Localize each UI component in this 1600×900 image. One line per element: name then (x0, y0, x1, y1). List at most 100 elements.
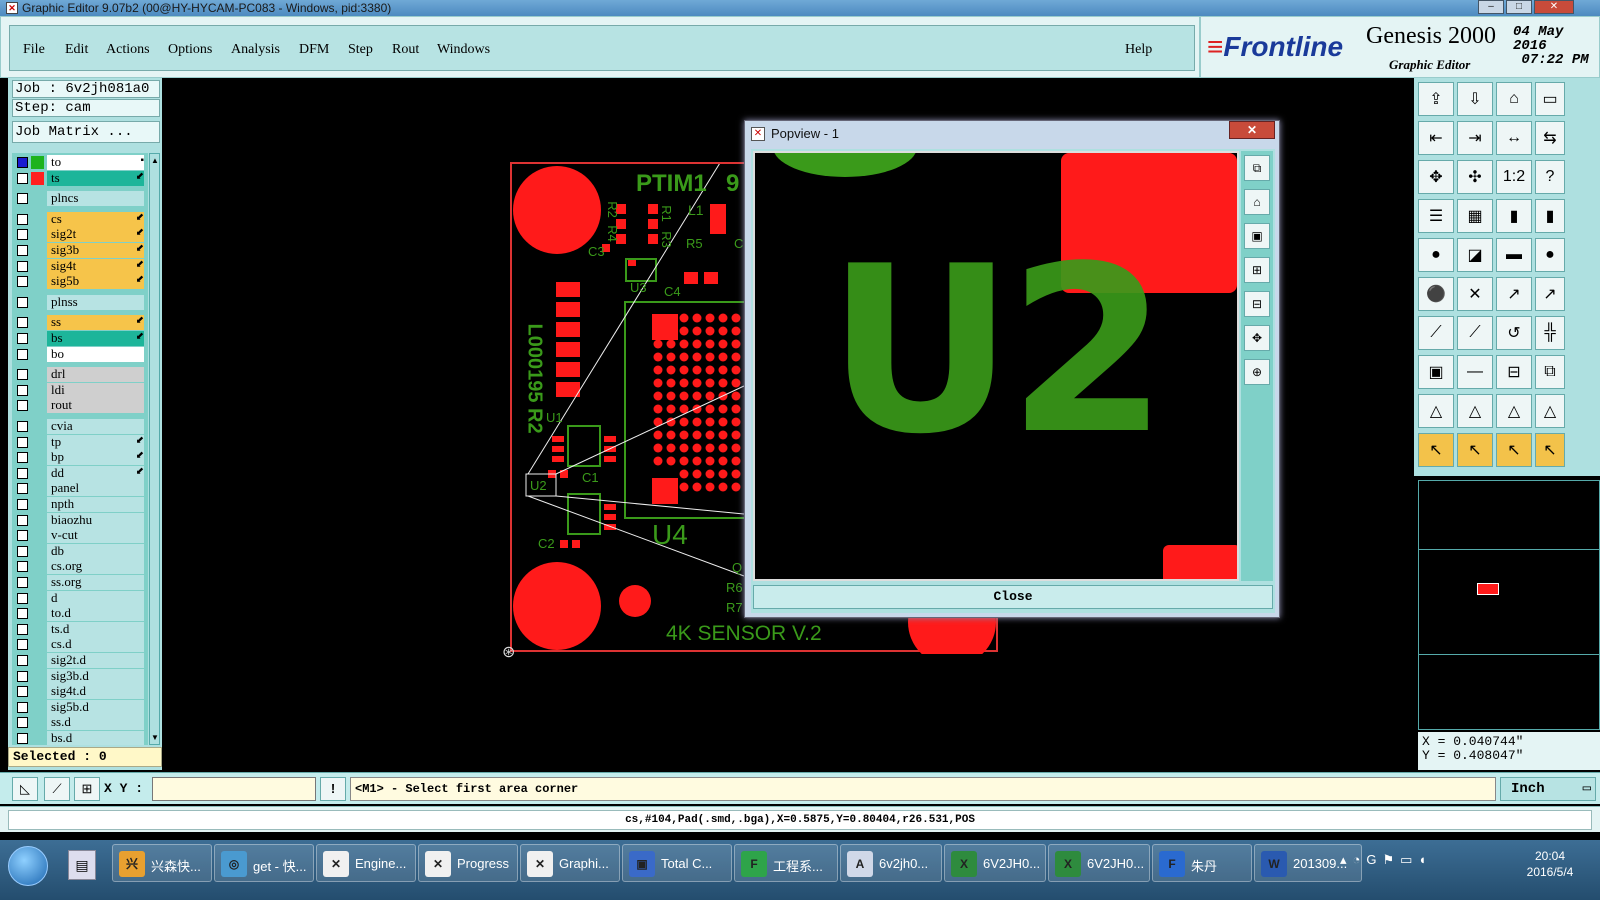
layer-checkbox[interactable] (17, 545, 28, 557)
select-tool-1-icon[interactable]: ↖ (1418, 433, 1454, 467)
popview-zoom-out-icon[interactable]: ⊟ (1244, 291, 1270, 317)
layer-name[interactable]: npth (47, 497, 144, 512)
popview-close-icon[interactable]: ✕ (1229, 121, 1275, 139)
layer-checkbox[interactable] (17, 421, 28, 432)
layer-row[interactable]: sig5b.d (12, 699, 148, 715)
line-tool-2-icon[interactable]: ⟋ (1457, 316, 1493, 350)
snap-mode-icon[interactable]: ◺ (12, 777, 38, 801)
layer-row[interactable]: npth (12, 497, 148, 512)
pan-tool-4-icon[interactable]: ▭ (1535, 82, 1565, 116)
layer-checkbox[interactable] (17, 686, 28, 698)
layer-name[interactable]: bo (47, 346, 144, 362)
layer-name[interactable]: bs.d (47, 731, 144, 745)
overview-minimap[interactable] (1418, 480, 1600, 730)
start-button[interactable] (8, 846, 48, 886)
layer-checkbox[interactable] (17, 245, 28, 256)
layer-checkbox[interactable] (17, 483, 28, 495)
layer-row[interactable]: sig3b.d (12, 668, 148, 684)
layer-row[interactable]: to.d (12, 606, 148, 622)
popview-expand-icon[interactable]: ✥ (1244, 325, 1270, 351)
taskbar-item[interactable]: ▣ Total C... (622, 844, 732, 882)
layer-checkbox[interactable] (17, 530, 28, 542)
layer-row[interactable]: ss ⬋ (12, 315, 148, 331)
view-tool-4-icon[interactable]: ? (1535, 160, 1565, 194)
layer-row[interactable]: plncs (12, 191, 148, 207)
layer-row[interactable]: plnss (12, 294, 148, 310)
measure-icon[interactable]: ⟋ (44, 777, 70, 801)
layer-name[interactable]: dd (47, 465, 144, 481)
zoom-tool-4-icon[interactable]: ⇆ (1535, 121, 1565, 155)
layer-checkbox[interactable] (17, 317, 28, 329)
layer-name[interactable]: ss.d (47, 715, 144, 731)
layer-name[interactable]: d (47, 590, 144, 606)
layer-name[interactable]: biaozhu (47, 512, 144, 528)
layer-row[interactable]: ss.org (12, 575, 148, 590)
layer-checkbox[interactable] (17, 701, 28, 713)
taskbar-item[interactable]: A 6v2jh0... (840, 844, 942, 882)
layer-row[interactable]: d (12, 590, 148, 606)
layer-name[interactable]: panel (47, 481, 144, 497)
layer-checkbox[interactable] (17, 276, 28, 288)
layer-checkbox[interactable] (17, 733, 28, 744)
layer-name[interactable]: db (47, 543, 144, 559)
popview-fit-icon[interactable]: ⧉ (1244, 155, 1270, 181)
taskbar-item[interactable]: X 6V2JH0... (1048, 844, 1150, 882)
layer-row[interactable]: rout (12, 398, 148, 414)
layer-checkbox[interactable] (17, 157, 28, 168)
layer-name[interactable]: sig5b.d (47, 699, 144, 715)
layer-checkbox[interactable] (17, 348, 28, 360)
close-window-button[interactable]: ✕ (1534, 0, 1574, 14)
menu-rout[interactable]: Rout (392, 42, 419, 58)
menu-help[interactable]: Help (1125, 42, 1152, 58)
node-tool-4-icon[interactable]: ↗ (1535, 277, 1565, 311)
taskbar-item[interactable]: 兴兴森快... (112, 844, 212, 882)
layer-name[interactable]: drl (47, 367, 144, 383)
layer-row[interactable]: cs.d (12, 637, 148, 653)
layer-checkbox[interactable] (17, 229, 28, 241)
grid-icon[interactable]: ⊞ (74, 777, 100, 801)
popview-canvas[interactable]: U2 (753, 151, 1239, 581)
node-tool-2-icon[interactable]: ✕ (1457, 277, 1493, 311)
layer-row[interactable]: sig4t.d (12, 684, 148, 700)
layer-name[interactable]: cs.org (47, 559, 144, 575)
layer-row[interactable]: cvia (12, 419, 148, 434)
node-tool-3-icon[interactable]: ↗ (1496, 277, 1532, 311)
popview-redraw-icon[interactable]: ▣ (1244, 223, 1270, 249)
display-tool-1-icon[interactable]: ☰ (1418, 199, 1454, 233)
alert-icon[interactable]: ! (320, 777, 346, 801)
select-tool-2-icon[interactable]: ↖ (1457, 433, 1493, 467)
layer-checkbox[interactable] (17, 260, 28, 272)
layer-name[interactable]: sig2t (47, 227, 144, 243)
layer-checkbox[interactable] (17, 436, 28, 448)
layer-checkbox[interactable] (17, 717, 28, 729)
layer-checkbox[interactable] (17, 369, 28, 381)
taskbar-item[interactable]: ✕ Progress (418, 844, 518, 882)
pan-tool-3-icon[interactable]: ⌂ (1496, 82, 1532, 116)
layer-color-swatch[interactable] (31, 156, 44, 169)
layer-name[interactable]: sig4t.d (47, 684, 144, 700)
select-tool-4-icon[interactable]: ↖ (1535, 433, 1565, 467)
layer-checkbox[interactable] (17, 577, 28, 588)
scroll-down-icon[interactable]: ▼ (151, 733, 159, 742)
unit-selector[interactable]: Inch ▭ (1500, 777, 1596, 801)
layer-name[interactable]: plnss (47, 294, 144, 310)
layer-checkbox[interactable] (17, 467, 28, 479)
taskbar-item[interactable]: F 朱丹 (1152, 844, 1252, 882)
layer-name[interactable]: ldi (47, 382, 144, 398)
layer-row[interactable]: bs.d (12, 731, 148, 745)
view-tool-3-icon[interactable]: 1:2 (1496, 160, 1532, 194)
layer-row[interactable]: sig2t.d (12, 653, 148, 668)
minimize-button[interactable]: – (1478, 0, 1504, 14)
layer-row[interactable]: tp ⬋ (12, 434, 148, 450)
shape-tri-tool-3-icon[interactable]: △ (1496, 394, 1532, 428)
shape-tri-tool-4-icon[interactable]: △ (1535, 394, 1565, 428)
layer-name[interactable]: ts.d (47, 621, 144, 637)
job-matrix-button[interactable]: Job Matrix ... (12, 121, 160, 143)
layer-row[interactable]: sig2t ⬋ (12, 227, 148, 243)
layer-name[interactable]: sig3b (47, 243, 144, 258)
layer-row[interactable]: bo (12, 346, 148, 362)
zoom-tool-3-icon[interactable]: ↔ (1496, 121, 1532, 155)
layer-name[interactable]: to (47, 155, 144, 170)
scroll-up-icon[interactable]: ▲ (151, 156, 159, 165)
layer-checkbox[interactable] (17, 514, 28, 526)
